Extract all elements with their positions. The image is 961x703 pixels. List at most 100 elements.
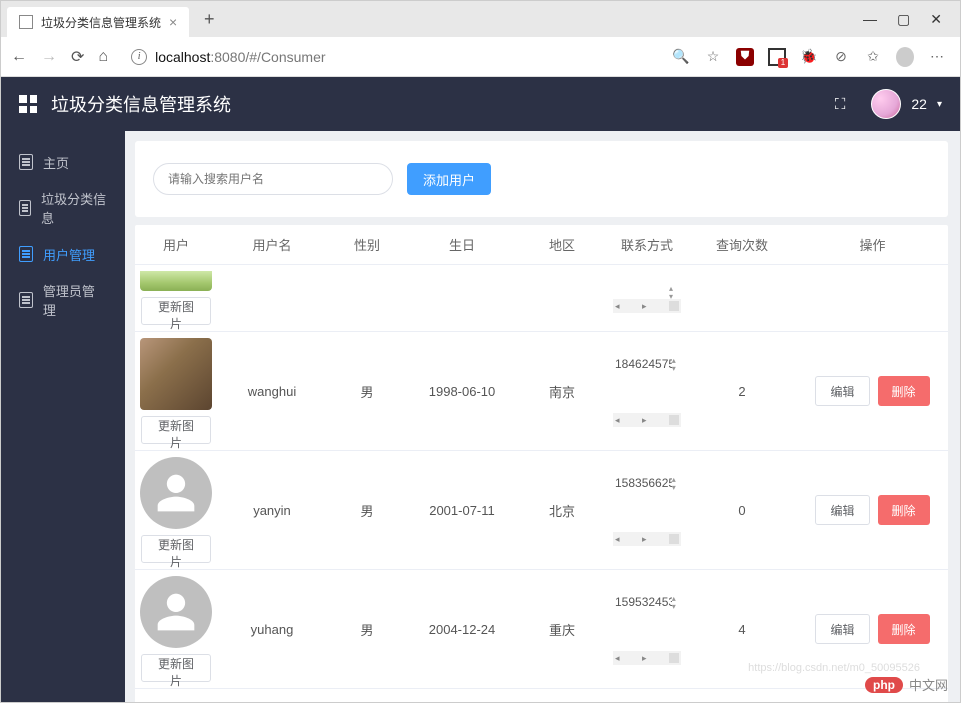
col-gender: 性别 — [327, 235, 407, 254]
col-birthday: 生日 — [407, 235, 517, 254]
page-icon — [19, 15, 33, 29]
profile-icon[interactable] — [896, 48, 914, 66]
delete-button[interactable]: 删除 — [878, 495, 930, 525]
document-icon — [19, 154, 33, 170]
contact-textarea[interactable]: ▴▾ ◂▸ — [613, 283, 681, 313]
delete-button[interactable]: 删除 — [878, 614, 930, 644]
extension-icon-2[interactable]: ⊘ — [832, 48, 850, 66]
table-row: 更新图片 yanyin 男 2001-07-11 北京 15835662566▴… — [135, 451, 948, 570]
new-tab-button[interactable]: + — [195, 5, 223, 33]
sidebar-item-users[interactable]: 用户管理 — [1, 231, 125, 277]
scroll-right-icon[interactable]: ▸ — [642, 653, 647, 664]
scroll-down-icon[interactable]: ▾ — [672, 603, 681, 611]
scroll-right-icon[interactable]: ▸ — [642, 301, 647, 312]
update-image-button[interactable]: 更新图片 — [141, 654, 211, 682]
sidebar: 主页 垃圾分类信息 用户管理 管理员管理 — [1, 131, 125, 702]
edit-button[interactable]: 编辑 — [815, 376, 869, 406]
cell-count: 0 — [687, 503, 797, 518]
table-row: 更新图片 ▴▾ ◂▸ — [135, 265, 948, 332]
app-title: 垃圾分类信息管理系统 — [51, 91, 231, 117]
scroll-right-icon[interactable]: ▸ — [642, 534, 647, 545]
scroll-left-icon[interactable]: ◂ — [615, 534, 620, 545]
sidebar-item-label: 用户管理 — [43, 245, 95, 264]
adblock-icon[interactable]: ⛊ — [736, 48, 754, 66]
cell-birthday: 2001-07-11 — [407, 503, 517, 518]
search-card: 添加用户 — [135, 141, 948, 217]
search-icon[interactable]: 🔍 — [672, 48, 690, 66]
table-row: 更新图片 wanghui 男 1998-06-10 南京 18462457532… — [135, 332, 948, 451]
user-avatar-icon — [871, 89, 901, 119]
refresh-button[interactable]: ⟳ — [71, 47, 84, 67]
main-content: 添加用户 用户 用户名 性别 生日 地区 联系方式 查询次数 操作 — [125, 131, 960, 702]
cell-username: wanghui — [217, 384, 327, 399]
cell-count: 2 — [687, 384, 797, 399]
add-user-button[interactable]: 添加用户 — [407, 163, 491, 195]
user-avatar — [140, 271, 212, 291]
edit-button[interactable]: 编辑 — [815, 614, 869, 644]
cell-region: 北京 — [517, 501, 607, 520]
browser-tab-bar: 垃圾分类信息管理系统 × + — ▢ ✕ — [1, 1, 960, 37]
forward-button[interactable]: → — [41, 48, 57, 66]
scroll-left-icon[interactable]: ◂ — [615, 301, 620, 312]
users-table: 用户 用户名 性别 生日 地区 联系方式 查询次数 操作 更新图片 — [135, 225, 948, 689]
delete-button[interactable]: 删除 — [878, 376, 930, 406]
chevron-down-icon: ▾ — [937, 99, 942, 110]
col-count: 查询次数 — [687, 235, 797, 254]
address-bar: ← → ⟳ ⌂ i localhost:8080/#/Consumer 🔍 ☆ … — [1, 37, 960, 77]
more-icon[interactable]: ⋯ — [928, 48, 946, 66]
close-tab-icon[interactable]: × — [169, 14, 177, 30]
cell-gender: 男 — [327, 620, 407, 639]
cell-region: 南京 — [517, 382, 607, 401]
close-window-button[interactable]: ✕ — [930, 11, 942, 28]
scroll-right-icon[interactable]: ▸ — [642, 415, 647, 426]
app-header: 垃圾分类信息管理系统 ⛶ 22 ▾ — [1, 77, 960, 131]
table-header: 用户 用户名 性别 生日 地区 联系方式 查询次数 操作 — [135, 225, 948, 265]
url-text: localhost:8080/#/Consumer — [155, 49, 325, 65]
user-menu[interactable]: 22 ▾ — [871, 89, 942, 119]
sidebar-item-classification[interactable]: 垃圾分类信息 — [1, 185, 125, 231]
cell-gender: 男 — [327, 382, 407, 401]
scroll-left-icon[interactable]: ◂ — [615, 653, 620, 664]
contact-textarea[interactable]: 18462457532▴▾ ◂▸ — [613, 355, 681, 427]
col-ops: 操作 — [797, 235, 948, 254]
fullscreen-icon[interactable]: ⛶ — [835, 96, 846, 113]
cell-username: yuhang — [217, 622, 327, 637]
user-avatar — [140, 338, 212, 410]
update-image-button[interactable]: 更新图片 — [141, 297, 211, 325]
favorite-icon[interactable]: ☆ — [704, 48, 722, 66]
browser-tab[interactable]: 垃圾分类信息管理系统 × — [7, 7, 189, 37]
update-image-button[interactable]: 更新图片 — [141, 535, 211, 563]
sidebar-item-home[interactable]: 主页 — [1, 139, 125, 185]
extension-icon-1[interactable]: 🐞 — [800, 48, 818, 66]
maximize-button[interactable]: ▢ — [897, 11, 910, 28]
cell-count: 4 — [687, 622, 797, 637]
user-avatar — [140, 457, 212, 529]
app-menu-icon[interactable] — [19, 95, 37, 113]
url-field[interactable]: i localhost:8080/#/Consumer — [122, 45, 658, 69]
scroll-down-icon[interactable]: ▾ — [672, 365, 681, 373]
contact-textarea[interactable]: 15835662566▴▾ ◂▸ — [613, 474, 681, 546]
tab-title: 垃圾分类信息管理系统 — [41, 14, 161, 31]
user-avatar — [140, 576, 212, 648]
home-button[interactable]: ⌂ — [98, 48, 108, 66]
edit-button[interactable]: 编辑 — [815, 495, 869, 525]
col-username: 用户名 — [217, 235, 327, 254]
contact-textarea[interactable]: 15953245321▴▾ ◂▸ — [613, 593, 681, 665]
scroll-down-icon[interactable]: ▾ — [672, 484, 681, 492]
cell-gender: 男 — [327, 501, 407, 520]
update-image-button[interactable]: 更新图片 — [141, 416, 211, 444]
sidebar-item-admins[interactable]: 管理员管理 — [1, 277, 125, 323]
sidebar-item-label: 管理员管理 — [43, 281, 107, 319]
search-input[interactable] — [153, 163, 393, 195]
col-user: 用户 — [135, 235, 217, 254]
extension-tabs-icon[interactable] — [768, 48, 786, 66]
favorites-bar-icon[interactable]: ✩ — [864, 48, 882, 66]
col-region: 地区 — [517, 235, 607, 254]
sidebar-item-label: 主页 — [43, 153, 69, 172]
site-info-icon[interactable]: i — [131, 49, 147, 65]
back-button[interactable]: ← — [11, 48, 27, 66]
cell-region: 重庆 — [517, 620, 607, 639]
scroll-left-icon[interactable]: ◂ — [615, 415, 620, 426]
minimize-button[interactable]: — — [863, 11, 877, 28]
cell-birthday: 2004-12-24 — [407, 622, 517, 637]
